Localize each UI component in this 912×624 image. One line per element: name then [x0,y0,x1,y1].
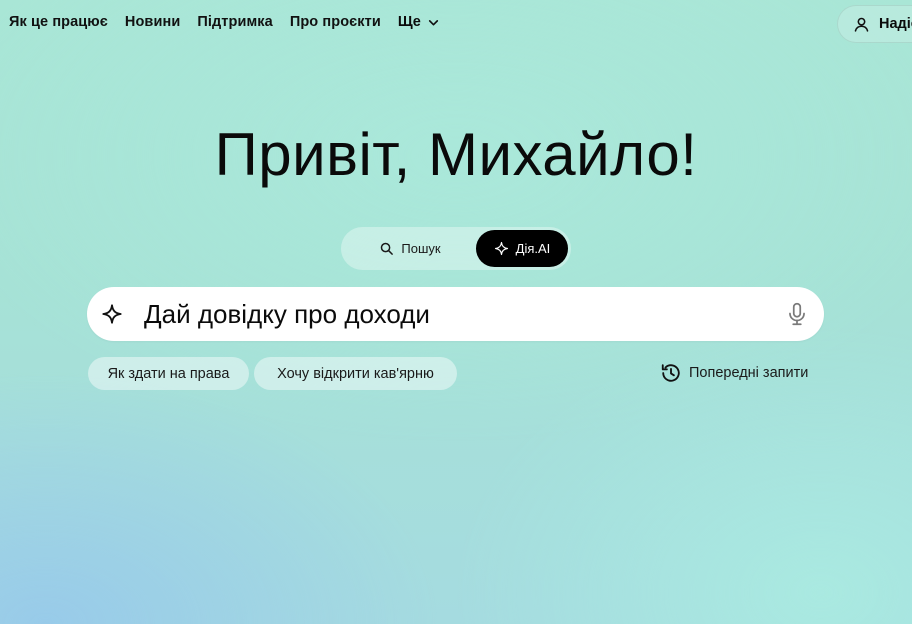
search-input[interactable] [144,293,764,335]
history-icon [661,364,680,382]
suggestion-chip[interactable]: Хочу відкрити кав'ярню [254,357,457,390]
nav-links: Як це працює Новини Підтримка Про проєкт… [9,14,440,30]
mode-switch: Пошук Дія.AI [341,227,571,270]
nav-more-label: Ще [397,14,421,30]
search-bar [87,287,824,341]
previous-queries-button[interactable]: Попередні запити [660,362,808,384]
greeting-title: Привіт, Михайло! [214,121,698,188]
login-button[interactable]: Надіслати [837,5,912,43]
previous-queries-label: Попередні запити [689,365,809,381]
login-label: Надіслати [879,16,912,32]
tab-ai-label: Дія.AI [515,241,551,256]
nav-item-about-projects[interactable]: Про проєкти [290,14,381,30]
nav-more-dropdown[interactable]: Ще [398,14,440,30]
user-icon [854,17,869,32]
tab-search[interactable]: Пошук [345,230,475,267]
search-icon [381,242,394,255]
sparkle-icon [102,304,122,324]
tab-search-label: Пошук [401,241,441,256]
nav-item-support[interactable]: Підтримка [197,14,272,30]
nav-item-news[interactable]: Новини [125,14,180,30]
nav-item-how-it-works[interactable]: Як це працює [9,14,108,30]
suggestion-chip[interactable]: Як здати на права [88,357,249,390]
sparkle-icon [494,241,508,256]
tab-dia-ai[interactable]: Дія.AI [476,230,568,267]
microphone-icon[interactable] [784,301,810,327]
top-navigation: Як це працює Новини Підтримка Про проєкт… [0,0,912,48]
chevron-down-icon [428,19,439,25]
